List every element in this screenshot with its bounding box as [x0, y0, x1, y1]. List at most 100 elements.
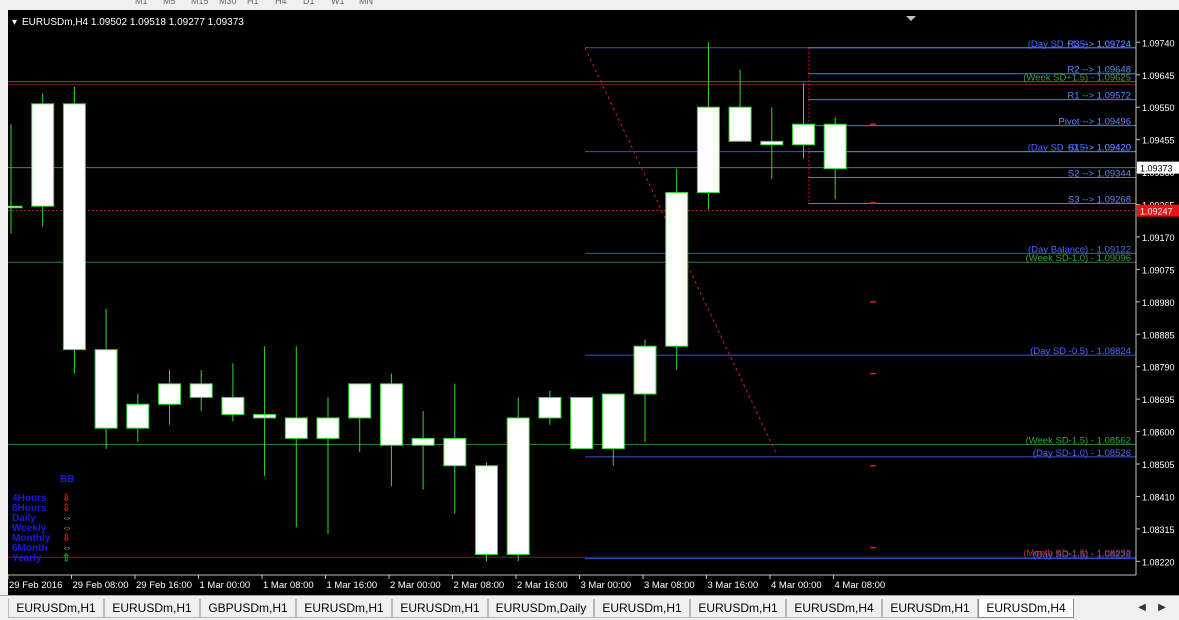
- price-tick-label: 1.08220: [1142, 557, 1175, 567]
- symbol-menu-icon: ▾: [12, 17, 17, 28]
- price-tick-label: 1.08980: [1142, 298, 1175, 308]
- price-tick-label: 1.08885: [1142, 330, 1175, 340]
- timeframe-button[interactable]: H1: [247, 0, 259, 6]
- time-tick-label: 3 Mar 16:00: [708, 580, 759, 591]
- toolbar-strip: M1 M5 M15 M30 H1 H4 D1 W1 MN: [0, 0, 1179, 10]
- chart-tab[interactable]: EURUSDm,H1: [296, 599, 392, 618]
- price-tick-label: 1.09170: [1142, 233, 1175, 243]
- chart-tab[interactable]: EURUSDm,H4: [978, 599, 1074, 618]
- chart-tab[interactable]: GBPUSDm,H1: [200, 599, 296, 618]
- tabs-scroll-right-button[interactable]: ▶: [1155, 600, 1169, 616]
- time-tick-label: 1 Mar 08:00: [263, 580, 314, 591]
- pivot-label: S3 --> 1.09268: [1068, 194, 1131, 205]
- candle-body: [253, 414, 277, 419]
- pivot-label: R3 --> 1.09724: [1067, 39, 1131, 50]
- candle-body: [601, 393, 625, 450]
- price-tick-label: 1.08505: [1142, 460, 1175, 470]
- price-tick-label: 1.08600: [1142, 428, 1175, 438]
- price-tick-label: 1.08410: [1142, 492, 1175, 502]
- chart-tab[interactable]: EURUSDm,H1: [8, 599, 104, 618]
- day-sd-label: (Day SD -0.5) - 1.08824: [1030, 346, 1131, 357]
- price-tick-label: 1.09455: [1142, 136, 1175, 146]
- candle-body: [31, 103, 55, 207]
- timeframe-button[interactable]: M15: [191, 0, 209, 6]
- candle-body: [8, 205, 23, 209]
- day-sd-label: (Day SD-1.0) - 1.08526: [1033, 448, 1131, 459]
- candle-body: [760, 140, 784, 146]
- strength-panel-header: BB: [60, 474, 74, 485]
- time-tick-label: 29 Feb 2016: [9, 580, 62, 591]
- current-price-label: 1.09373: [1140, 164, 1173, 174]
- chart-tabs-bar: ◀ ▶ EURUSDm,H1 EURUSDm,H1 GBPUSDm,H1 EURUSD…: [0, 595, 1179, 620]
- time-tick-label: 2 Mar 08:00: [454, 580, 505, 591]
- chart-tab[interactable]: EURUSDm,H4: [786, 599, 882, 618]
- candle-body: [538, 396, 562, 419]
- candle-body: [506, 417, 530, 556]
- candle-body: [221, 396, 245, 416]
- candle-body: [316, 417, 340, 439]
- price-tick-label: 1.09550: [1142, 103, 1175, 113]
- candle-body: [126, 403, 150, 429]
- time-tick-label: 4 Mar 00:00: [771, 580, 822, 591]
- price-tick-label: 1.08695: [1142, 395, 1175, 405]
- chart-tab[interactable]: EURUSDm,H1: [594, 599, 690, 618]
- time-tick-label: 3 Mar 00:00: [581, 580, 632, 591]
- timeframe-button[interactable]: M30: [219, 0, 237, 6]
- candle-body: [158, 383, 181, 405]
- month-sd-label: (Month SD-1.5) - 1.08232: [1023, 548, 1131, 559]
- price-tick-label: 1.09740: [1142, 38, 1175, 48]
- candle-body: [411, 437, 435, 446]
- candlestick-chart[interactable]: ▾ EURUSDm,H4 1.09502 1.09518 1.09277 1.09…: [8, 10, 1179, 595]
- price-tick-label: 1.09645: [1142, 71, 1175, 81]
- marker-price-label: 1.09247: [1140, 207, 1173, 217]
- time-tick-label: 1 Mar 00:00: [200, 580, 251, 591]
- candle-body: [348, 383, 372, 419]
- time-tick-label: 2 Mar 00:00: [390, 580, 441, 591]
- price-tick-label: 1.08315: [1142, 525, 1175, 535]
- strength-row-label: Yearly: [12, 553, 42, 564]
- tabs-scroll-left-button[interactable]: ◀: [1135, 600, 1149, 616]
- pivot-label: S2 --> 1.09344: [1068, 169, 1131, 180]
- time-tick-label: 29 Feb 08:00: [73, 580, 129, 591]
- candle-body: [633, 345, 657, 395]
- candle-body: [792, 123, 815, 146]
- candle-body: [696, 106, 720, 194]
- timeframe-button[interactable]: M1: [135, 0, 148, 6]
- chart-tab[interactable]: EURUSDm,Daily: [488, 599, 594, 618]
- candle-body: [475, 465, 498, 556]
- chart-tab[interactable]: EURUSDm,H1: [690, 599, 786, 618]
- timeframe-button[interactable]: M5: [163, 0, 176, 6]
- chart-tab[interactable]: EURUSDm,H1: [882, 599, 978, 618]
- time-tick-label: 2 Mar 16:00: [517, 580, 568, 591]
- candle-body: [823, 123, 847, 170]
- pivot-label: R1 --> 1.09572: [1067, 91, 1131, 102]
- candle-body: [570, 396, 594, 450]
- price-tick-label: 1.09075: [1142, 265, 1175, 275]
- time-tick-label: 1 Mar 16:00: [327, 580, 378, 591]
- candle-body: [284, 417, 308, 439]
- candle-body: [665, 192, 689, 347]
- timeframe-button[interactable]: D1: [303, 0, 315, 6]
- candle-body: [94, 349, 118, 429]
- timeframe-button[interactable]: W1: [331, 0, 345, 6]
- pivot-label: S1 --> 1.09420: [1068, 143, 1131, 154]
- candle-body: [443, 437, 467, 467]
- chart-tab[interactable]: EURUSDm,H1: [392, 599, 488, 618]
- time-tick-label: 3 Mar 08:00: [644, 580, 695, 591]
- candle-body: [728, 106, 752, 142]
- symbol-info: EURUSDm,H4 1.09502 1.09518 1.09277 1.093…: [22, 17, 244, 28]
- timeframe-button[interactable]: MN: [359, 0, 373, 6]
- chart-window[interactable]: ▾ EURUSDm,H4 1.09502 1.09518 1.09277 1.09…: [8, 10, 1179, 595]
- week-sd-label: (Week SD-1.0) - 1.09096: [1026, 253, 1131, 264]
- candle-body: [379, 383, 403, 446]
- shift-marker-icon[interactable]: [906, 16, 916, 21]
- time-tick-label: 29 Feb 16:00: [136, 580, 192, 591]
- price-tick-label: 1.08790: [1142, 363, 1175, 373]
- strength-arrow-icon: ⇧: [62, 553, 70, 564]
- pivot-label: R2 --> 1.09648: [1067, 65, 1131, 76]
- candle-body: [62, 103, 86, 351]
- week-sd-label: (Week SD-1.5) - 1.08562: [1026, 436, 1131, 447]
- timeframe-button[interactable]: H4: [275, 0, 287, 6]
- chart-tab[interactable]: EURUSDm,H1: [104, 599, 200, 618]
- time-tick-label: 4 Mar 08:00: [835, 580, 886, 591]
